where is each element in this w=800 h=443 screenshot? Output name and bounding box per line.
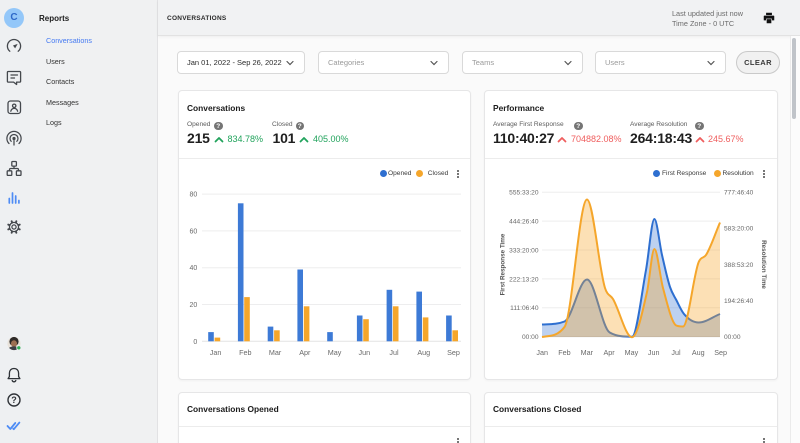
svg-text:583:20:00: 583:20:00 bbox=[724, 226, 754, 233]
svg-text:Aug: Aug bbox=[417, 348, 430, 357]
svg-text:Sep: Sep bbox=[714, 348, 727, 357]
svg-text:Mar: Mar bbox=[581, 348, 594, 357]
svg-text:Apr: Apr bbox=[299, 348, 311, 357]
svg-text:Jun: Jun bbox=[359, 348, 371, 357]
svg-text:00:00: 00:00 bbox=[522, 334, 539, 341]
svg-text:May: May bbox=[328, 348, 342, 357]
svg-text:0: 0 bbox=[193, 339, 197, 346]
svg-text:60: 60 bbox=[190, 228, 198, 235]
svg-text:Feb: Feb bbox=[239, 348, 251, 357]
svg-text:777:46:40: 777:46:40 bbox=[724, 190, 754, 197]
svg-text:555:33:20: 555:33:20 bbox=[509, 190, 539, 197]
svg-text:222:13:20: 222:13:20 bbox=[509, 276, 539, 283]
svg-text:388:53:20: 388:53:20 bbox=[724, 262, 754, 269]
svg-text:Feb: Feb bbox=[558, 348, 570, 357]
svg-text:111:06:40: 111:06:40 bbox=[510, 305, 539, 312]
svg-text:40: 40 bbox=[190, 265, 198, 272]
svg-text:Jul: Jul bbox=[671, 348, 681, 357]
svg-text:444:26:40: 444:26:40 bbox=[509, 219, 539, 226]
svg-text:Apr: Apr bbox=[604, 348, 616, 357]
svg-text:Jan: Jan bbox=[210, 348, 222, 357]
svg-text:Jul: Jul bbox=[389, 348, 399, 357]
svg-text:First Response Time: First Response Time bbox=[500, 233, 507, 295]
svg-text:May: May bbox=[625, 348, 639, 357]
svg-text:Mar: Mar bbox=[269, 348, 282, 357]
svg-text:00:00: 00:00 bbox=[724, 334, 741, 341]
svg-text:194:26:40: 194:26:40 bbox=[724, 298, 754, 305]
svg-text:20: 20 bbox=[190, 302, 198, 309]
svg-text:333:20:00: 333:20:00 bbox=[509, 247, 539, 254]
svg-text:Sep: Sep bbox=[447, 348, 460, 357]
svg-text:Jan: Jan bbox=[536, 348, 548, 357]
svg-text:Aug: Aug bbox=[692, 348, 705, 357]
svg-text:Resolution Time: Resolution Time bbox=[760, 240, 767, 289]
svg-text:?: ? bbox=[11, 395, 17, 405]
svg-text:80: 80 bbox=[190, 192, 198, 199]
svg-text:Jun: Jun bbox=[648, 348, 660, 357]
